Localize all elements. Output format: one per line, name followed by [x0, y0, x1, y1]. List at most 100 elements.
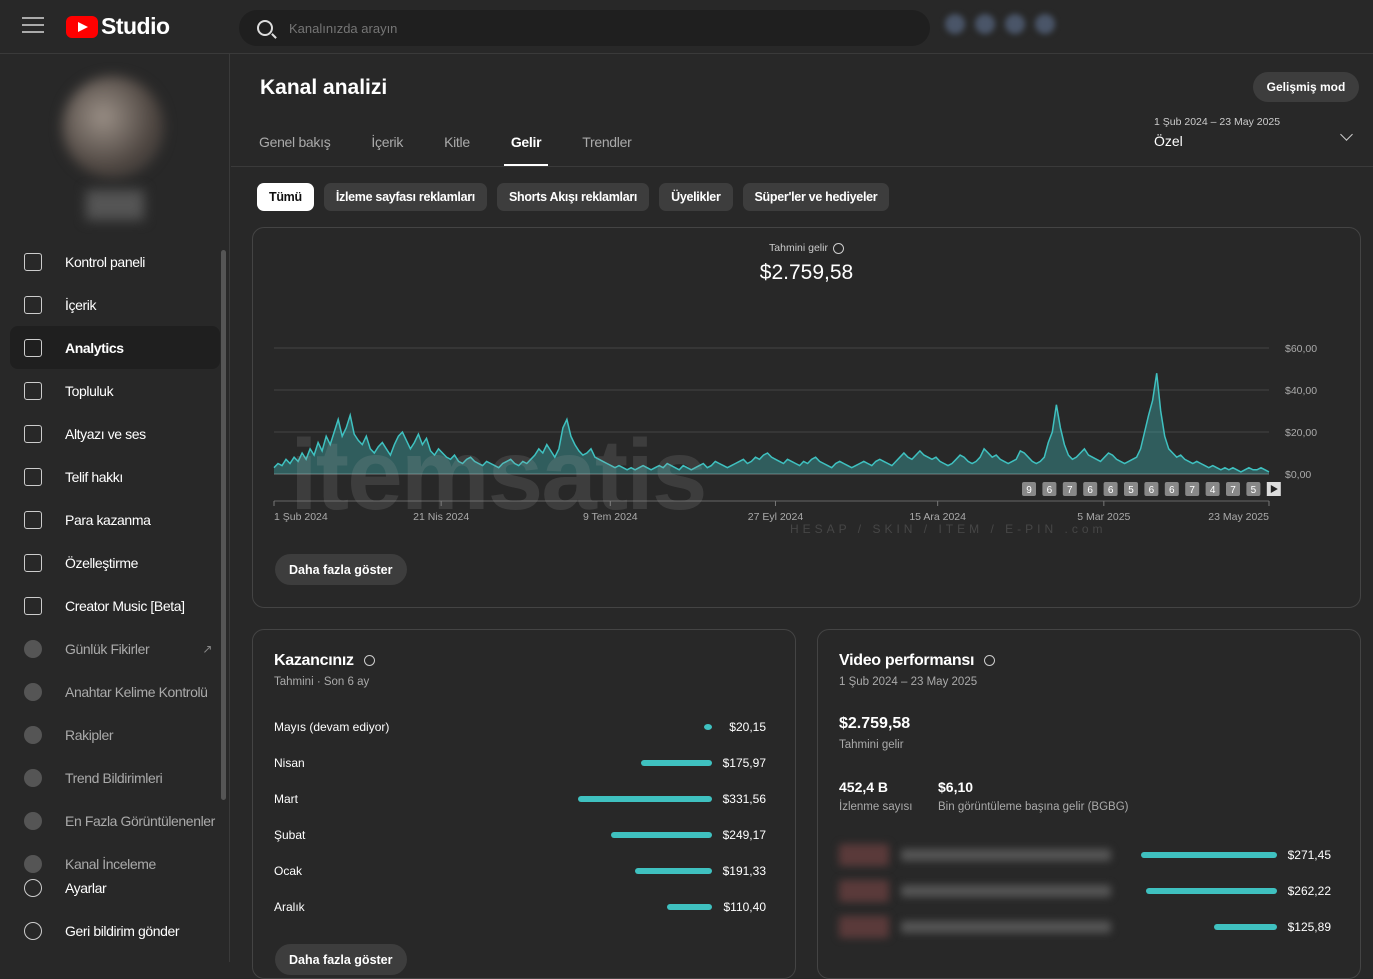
analytics-tabs: Genel bakış İçerik Kitle Gelir Trendler: [259, 134, 672, 167]
search-bar[interactable]: [239, 10, 930, 46]
subtitles-icon: [24, 424, 42, 443]
tab-0[interactable]: Genel bakış: [259, 134, 331, 167]
video-marker-label: 5: [1128, 485, 1134, 496]
earnings-bar: [640, 760, 712, 766]
sidebar-item-label: Telif hakkı: [65, 468, 123, 485]
views-label: İzlenme sayısı: [839, 801, 913, 813]
channel-name-blurred: [86, 190, 144, 220]
sidebar-item-7[interactable]: Özelleştirme: [10, 541, 220, 584]
tab-3[interactable]: Gelir: [503, 134, 549, 167]
sidebar-item-1[interactable]: İçerik: [10, 283, 220, 326]
chevron-down-icon[interactable]: [1340, 128, 1353, 141]
views-value: 452,4 B: [839, 779, 889, 795]
channel-avatar[interactable]: [62, 76, 164, 178]
earnings-row: Aralık $110,40: [274, 897, 766, 917]
earnings-value: $175,97: [722, 756, 766, 770]
sidebar-ext-item-0[interactable]: Günlük Fikirler ↗: [10, 627, 220, 670]
studio-logo[interactable]: Studio: [66, 13, 170, 40]
sidebar-item-5[interactable]: Telif hakkı: [10, 455, 220, 498]
show-more-button[interactable]: Daha fazla göster: [275, 554, 407, 585]
sidebar-bottom-item-1[interactable]: Geri bildirim gönder: [10, 909, 220, 952]
sidebar-ext-item-4[interactable]: En Fazla Görüntülenenler: [10, 799, 220, 842]
filter-chip-0[interactable]: Tümü: [257, 183, 314, 211]
magic-wand-icon: [24, 553, 42, 572]
video-marker-label: 6: [1087, 485, 1093, 496]
video-row[interactable]: $262,22: [839, 879, 1331, 903]
earnings-value: $191,33: [722, 864, 766, 878]
x-tick-label: 27 Eyl 2024: [748, 511, 804, 523]
earnings-bar: [611, 832, 712, 838]
earnings-row: Mayıs (devam ediyor) $20,15: [274, 717, 766, 737]
main-content: Kanal analizi Gelişmiş mod Genel bakış İç…: [231, 54, 1373, 979]
earnings-value: $249,17: [722, 828, 766, 842]
sidebar-ext-item-2[interactable]: Rakipler: [10, 713, 220, 756]
sidebar-item-2[interactable]: Analytics: [10, 326, 220, 369]
sidebar-bottom-nav: Ayarlar Geri bildirim gönder: [10, 866, 220, 952]
revenue-area: [274, 373, 1269, 474]
date-range-picker[interactable]: 1 Şub 2024 – 23 May 2025 Özel: [1154, 116, 1280, 149]
sidebar-ext-label: Günlük Fikirler: [65, 640, 150, 657]
sidebar-item-0[interactable]: Kontrol paneli: [10, 240, 220, 283]
video-row[interactable]: $271,45: [839, 843, 1331, 867]
sidebar-item-4[interactable]: Altyazı ve ses: [10, 412, 220, 455]
sidebar-item-8[interactable]: Creator Music [Beta]: [10, 584, 220, 627]
video-marker-label: 6: [1169, 485, 1175, 496]
video-bar: [1213, 924, 1277, 930]
sidebar-ext-label: En Fazla Görüntülenenler: [65, 812, 215, 829]
info-icon[interactable]: [984, 655, 996, 667]
notification-icon[interactable]: [1005, 14, 1025, 34]
advanced-mode-button[interactable]: Gelişmiş mod: [1253, 72, 1359, 102]
sidebar-item-label: Kontrol paneli: [65, 253, 146, 270]
analytics-icon: [24, 338, 42, 357]
sidebar-item-label: Altyazı ve ses: [65, 425, 146, 442]
video-thumbnail: [839, 880, 889, 902]
sidebar-item-3[interactable]: Topluluk: [10, 369, 220, 412]
earnings-bar: [578, 796, 712, 802]
copyright-icon: [24, 467, 42, 486]
filter-chip-2[interactable]: Shorts Akışı reklamları: [496, 183, 650, 211]
header-actions: [945, 14, 1055, 34]
sidebar-item-6[interactable]: Para kazanma: [10, 498, 220, 541]
video-row[interactable]: $125,89: [839, 915, 1331, 939]
date-range-text: 1 Şub 2024 – 23 May 2025: [1154, 116, 1281, 128]
tab-1[interactable]: İçerik: [371, 134, 403, 167]
tab-2[interactable]: Kitle: [444, 134, 470, 167]
x-tick-label: 9 Tem 2024: [583, 511, 638, 523]
sidebar-ext-item-1[interactable]: Anahtar Kelime Kontrolü: [10, 670, 220, 713]
help-icon[interactable]: [945, 14, 965, 34]
video-marker-label: 7: [1189, 485, 1195, 496]
video-revenue-label: Tahmini gelir: [839, 739, 904, 751]
earnings-row: Mart $331,56: [274, 789, 766, 809]
external-link-icon: ↗: [202, 641, 212, 656]
account-avatar[interactable]: [1035, 14, 1055, 34]
sidebar-bottom-item-0[interactable]: Ayarlar: [10, 866, 220, 909]
video-value: $271,45: [1287, 848, 1331, 862]
earnings-show-more-button[interactable]: Daha fazla göster: [275, 944, 407, 975]
video-title-blurred: [901, 885, 1111, 897]
video-marker-label: 4: [1210, 485, 1216, 496]
revenue-total: $2.759,58: [759, 261, 854, 284]
info-icon[interactable]: [363, 655, 375, 667]
filter-chip-4[interactable]: Süper'ler ve hediyeler: [742, 183, 890, 211]
create-icon[interactable]: [975, 14, 995, 34]
sidebar-scrollbar[interactable]: [221, 250, 226, 800]
info-icon[interactable]: [832, 242, 844, 254]
video-performance-date: 1 Şub 2024 – 23 May 2025: [839, 676, 978, 688]
extension-icon: [24, 768, 42, 787]
youtube-logo-icon: [66, 15, 98, 38]
menu-icon[interactable]: [22, 17, 44, 35]
extension-icon: [24, 682, 42, 701]
earnings-bar: [667, 904, 712, 910]
x-tick-label: 23 May 2025: [1208, 511, 1269, 523]
search-input[interactable]: [289, 20, 849, 36]
filter-chip-3[interactable]: Üyelikler: [659, 183, 733, 211]
sidebar-ext-item-3[interactable]: Trend Bildirimleri: [10, 756, 220, 799]
rpm-label: Bin görüntüleme başına gelir (BGBG): [938, 801, 1129, 813]
y-tick-label: $40,00: [1285, 385, 1317, 397]
video-marker-label: 9: [1026, 485, 1032, 496]
revenue-chart[interactable]: $60,00 $40,00 $20,00 $0,00 1 Şub 2024 21 Nis …: [273, 343, 1354, 648]
filter-chip-1[interactable]: İzleme sayfası reklamları: [323, 183, 487, 211]
music-icon: [24, 596, 42, 615]
tab-4[interactable]: Trendler: [582, 134, 632, 167]
search-icon[interactable]: [257, 20, 273, 36]
